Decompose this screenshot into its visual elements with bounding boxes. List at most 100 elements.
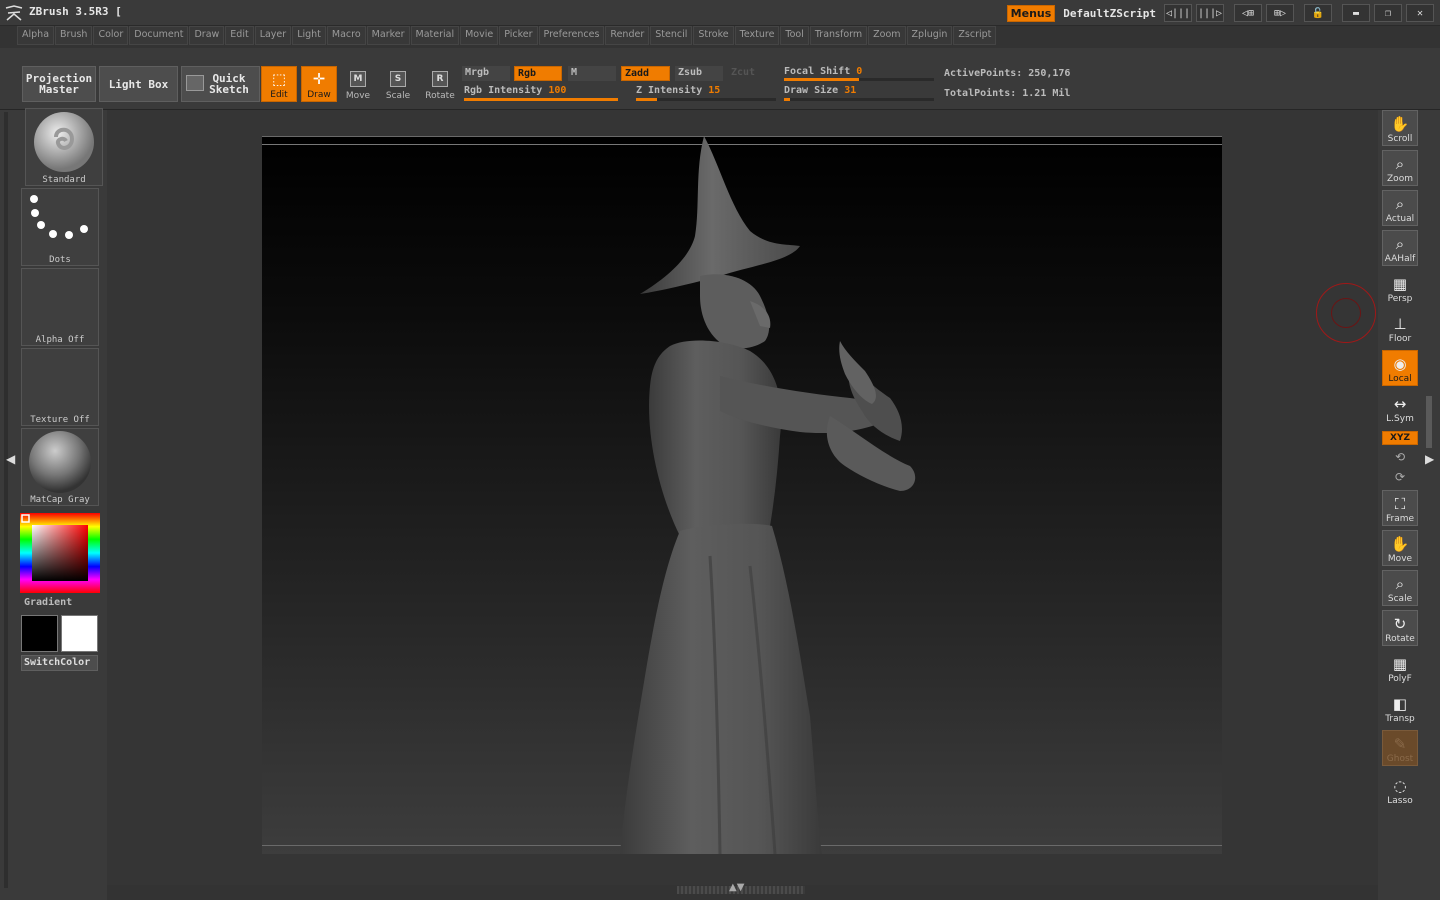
primary-color-swatch[interactable] — [21, 615, 58, 652]
aahalf-icon: ⌕ — [1395, 235, 1405, 253]
rgb-intensity-slider[interactable]: Rgb Intensity 100 — [464, 85, 566, 96]
draw-size-track[interactable] — [784, 98, 934, 101]
menu-zplugin[interactable]: Zplugin — [906, 26, 953, 45]
frame-button[interactable]: ⛶ Frame — [1382, 490, 1418, 526]
step-back-icon[interactable]: ◁||| — [1164, 4, 1192, 22]
menu-picker[interactable]: Picker — [499, 26, 538, 45]
rgb-button[interactable]: Rgb — [514, 66, 562, 81]
menu-stroke[interactable]: Stroke — [693, 26, 734, 45]
m-button[interactable]: M — [568, 66, 616, 81]
scale-view-icon: ⌕ — [1395, 575, 1405, 593]
secondary-color-swatch[interactable] — [61, 615, 98, 652]
draw-mode-button[interactable]: ✛ Draw — [301, 66, 337, 102]
zsub-button[interactable]: Zsub — [675, 66, 723, 81]
script-name[interactable]: DefaultZScript — [1059, 7, 1160, 20]
move-mode-button[interactable]: M Move — [340, 66, 376, 102]
zadd-button[interactable]: Zadd — [621, 66, 670, 81]
alpha-thumbnail[interactable]: Alpha Off — [21, 268, 99, 346]
right-tray-arrow-icon[interactable]: ▶ — [1425, 452, 1434, 466]
menu-preferences[interactable]: Preferences — [538, 26, 605, 45]
right-tray-edge[interactable] — [1426, 396, 1432, 448]
menu-brush[interactable]: Brush — [55, 26, 93, 45]
menu-document[interactable]: Document — [129, 26, 189, 45]
quick-sketch-button[interactable]: Quick Sketch — [181, 66, 260, 102]
ghost-button: ✎ Ghost — [1382, 730, 1418, 766]
rgb-intensity-track[interactable] — [464, 98, 618, 101]
polyf-button[interactable]: ▦ PolyF — [1382, 650, 1418, 686]
bottom-tray-arrow-icon[interactable]: ▲▼ — [729, 882, 744, 893]
light-box-button[interactable]: Light Box — [99, 66, 178, 102]
menu-zscript[interactable]: Zscript — [953, 26, 997, 45]
rotate-view-button[interactable]: ↻ Rotate — [1382, 610, 1418, 646]
z-rotation-icon[interactable]: ⟳ — [1395, 470, 1405, 484]
z-intensity-fill — [636, 98, 657, 101]
matcap-sphere-icon — [29, 431, 91, 493]
move-view-button[interactable]: ✋ Move — [1382, 530, 1418, 566]
z-intensity-track[interactable] — [636, 98, 776, 101]
rotate-mode-button[interactable]: R Rotate — [422, 66, 458, 102]
menus-toggle-button[interactable]: Menus — [1006, 4, 1056, 22]
lsym-label: L.Sym — [1386, 414, 1414, 424]
menu-tool[interactable]: Tool — [780, 26, 809, 45]
menu-color[interactable]: Color — [93, 26, 129, 45]
persp-button[interactable]: ▦ Persp — [1382, 270, 1418, 306]
floor-button[interactable]: ⊥ Floor — [1382, 310, 1418, 346]
material-name: MatCap Gray — [30, 495, 90, 505]
menu-zoom[interactable]: Zoom — [868, 26, 906, 45]
menu-render[interactable]: Render — [605, 26, 650, 45]
texture-thumbnail[interactable]: Texture Off — [21, 348, 99, 426]
window-b-icon[interactable]: ⊞▷ — [1266, 4, 1294, 22]
gradient-label[interactable]: Gradient — [24, 597, 72, 608]
focal-shift-value: 0 — [856, 66, 863, 77]
aahalf-button[interactable]: ⌕ AAHalf — [1382, 230, 1418, 266]
left-tray-edge[interactable] — [4, 112, 8, 888]
actual-button[interactable]: ⌕ Actual — [1382, 190, 1418, 226]
xyz-rotation-button[interactable]: XYZ — [1382, 431, 1418, 445]
y-rotation-icon[interactable]: ⟲ — [1395, 450, 1405, 464]
switch-color-button[interactable]: SwitchColor — [21, 655, 98, 671]
transp-button[interactable]: ◧ Transp — [1382, 690, 1418, 726]
lock-icon[interactable]: 🔓 — [1304, 4, 1332, 22]
menu-stencil[interactable]: Stencil — [650, 26, 693, 45]
restore-icon[interactable]: ❐ — [1374, 4, 1402, 22]
witch-sculpt-model[interactable] — [600, 136, 930, 854]
menu-macro[interactable]: Macro — [326, 26, 366, 45]
material-thumbnail[interactable]: MatCap Gray — [21, 428, 99, 506]
zoom-button[interactable]: ⌕ Zoom — [1382, 150, 1418, 186]
menu-draw[interactable]: Draw — [189, 26, 225, 45]
floor-icon: ⊥ — [1393, 315, 1407, 333]
menu-texture[interactable]: Texture — [734, 26, 780, 45]
close-icon[interactable]: ✕ — [1406, 4, 1434, 22]
scroll-button[interactable]: ✋ Scroll — [1382, 110, 1418, 146]
menu-material[interactable]: Material — [410, 26, 460, 45]
menu-light[interactable]: Light — [292, 26, 326, 45]
menu-transform[interactable]: Transform — [809, 26, 868, 45]
lsym-button[interactable]: ↔ L.Sym — [1382, 390, 1418, 426]
edit-mode-button[interactable]: ⬚ Edit — [261, 66, 297, 102]
brush-thumbnail[interactable]: Standard — [25, 108, 103, 186]
menu-movie[interactable]: Movie — [460, 26, 499, 45]
scale-view-button[interactable]: ⌕ Scale — [1382, 570, 1418, 606]
window-a-icon[interactable]: ◁⊞ — [1234, 4, 1262, 22]
focal-shift-track[interactable] — [784, 78, 934, 81]
menu-layer[interactable]: Layer — [254, 26, 292, 45]
step-forward-icon[interactable]: |||▷ — [1196, 4, 1224, 22]
zbrush-logo-icon — [5, 5, 23, 21]
rotate-view-label: Rotate — [1385, 634, 1415, 644]
focal-shift-slider[interactable]: Focal Shift 0 — [784, 66, 862, 77]
menu-marker[interactable]: Marker — [366, 26, 410, 45]
left-tray-arrow-icon[interactable]: ◀ — [6, 452, 15, 466]
menu-edit[interactable]: Edit — [225, 26, 254, 45]
actual-size-icon: ⌕ — [1395, 195, 1405, 213]
minimize-icon[interactable]: ▬ — [1342, 4, 1370, 22]
local-button[interactable]: ◉ Local — [1382, 350, 1418, 386]
mrgb-button[interactable]: Mrgb — [462, 66, 510, 81]
scale-mode-button[interactable]: S Scale — [380, 66, 416, 102]
lasso-button[interactable]: ◌ Lasso — [1382, 772, 1418, 808]
stroke-thumbnail[interactable]: Dots — [21, 188, 99, 266]
color-picker[interactable] — [20, 513, 100, 593]
z-intensity-slider[interactable]: Z Intensity 15 — [636, 85, 720, 96]
projection-master-button[interactable]: Projection Master — [22, 66, 96, 102]
draw-size-slider[interactable]: Draw Size 31 — [784, 85, 856, 96]
menu-alpha[interactable]: Alpha — [17, 26, 55, 45]
